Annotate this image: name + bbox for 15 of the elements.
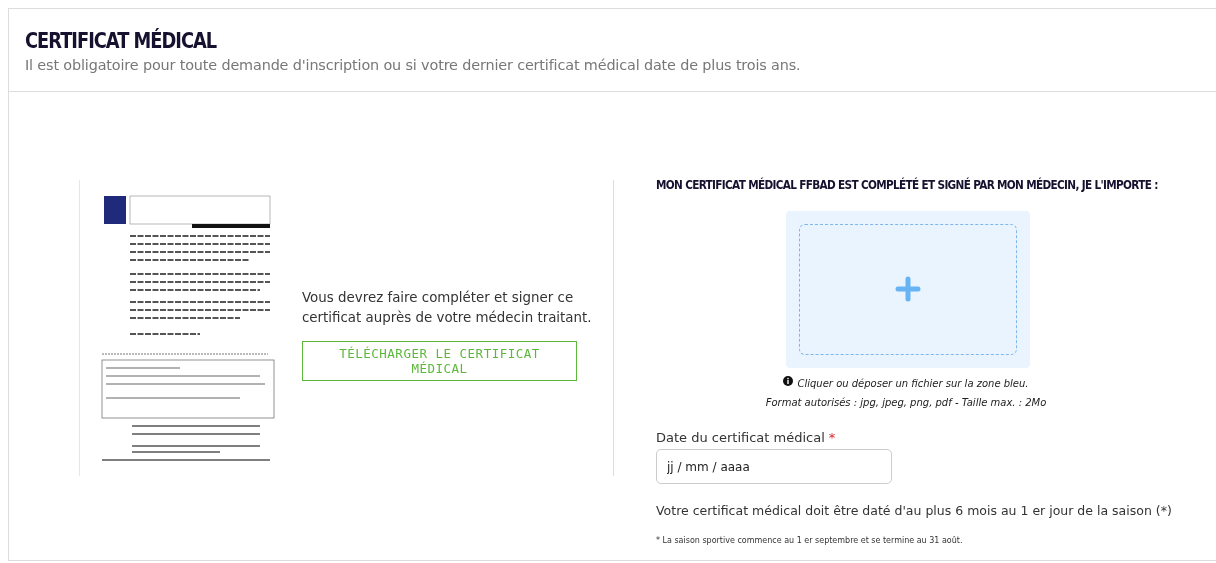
date-label: Date du certificat médical [656, 429, 825, 445]
section-subtitle: Il est obligatoire pour toute demande d'inscription ou si votre dernier certificat médical date de plus trois ans. [25, 56, 802, 75]
upload-hint: Cliquer ou déposer un fichier sur la zone bleu. [797, 376, 1029, 391]
date-input-field[interactable]: jj / mm / aaaa [656, 449, 892, 485]
season-footnote: * La saison sportive commence au 1 er septembre et se termine au 31 août. [656, 534, 964, 547]
info-icon [783, 376, 794, 387]
validity-note: Votre certificat médical doit être daté d'au plus 6 mois au 1 er jour de la saison (*) [656, 502, 1173, 521]
upload-title: MON CERTIFICAT MÉDICAL FFBAD EST COMPLÉTÉ ET SIGNÉ PAR MON MÉDECIN, JE L'IMPORTE : [656, 176, 1158, 192]
format-info: Format autorisés : jpg, jpeg, png, pdf - Taille max. : 2Mo [764, 395, 1048, 410]
section-title: CERTIFICAT MÉDICAL [25, 29, 217, 55]
upload-dropzone[interactable] [786, 210, 1030, 368]
download-certificate-button[interactable]: TÉLÉCHARGER LE CERTIFICAT MÉDICAL [302, 341, 577, 382]
required-icon: * [828, 429, 836, 445]
instructions-text: Vous devrez faire compléter et signer ce certificat auprès de votre médecin traitant. [302, 288, 593, 328]
plus-icon [895, 276, 921, 303]
